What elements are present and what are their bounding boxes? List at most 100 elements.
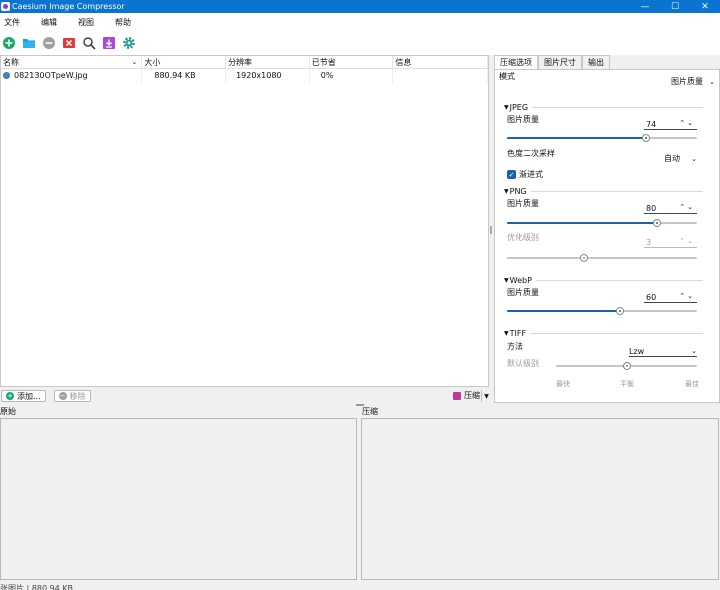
remove-icon	[43, 37, 55, 49]
file-info-cell	[393, 69, 488, 83]
png-quality-slider[interactable]	[507, 218, 697, 228]
tick-label-fastest: 最快	[556, 380, 570, 388]
compress-button[interactable]: 压缩	[453, 390, 480, 401]
add-icon	[3, 37, 15, 49]
file-status-icon	[3, 72, 10, 79]
png-title: PNG	[509, 187, 527, 196]
add-button[interactable]: + 添加...	[1, 390, 46, 402]
gear-icon	[123, 37, 135, 49]
menu-file[interactable]: 文件	[0, 17, 24, 28]
compress-dropdown-button[interactable]: ▼	[481, 390, 491, 402]
list-header: 名称 ⌄ 大小 分辨率 已节省 信息	[1, 56, 488, 69]
tab-compression[interactable]: 压缩选项	[494, 55, 538, 69]
menu-help[interactable]: 帮助	[111, 17, 135, 28]
compressed-preview	[361, 418, 719, 580]
file-saved-cell: 0%	[310, 69, 394, 83]
png-quality-spinbox[interactable]: 80 ⌃⌄	[644, 203, 697, 214]
tab-resize[interactable]: 图片尺寸	[538, 55, 582, 69]
remove-button-label: 移除	[69, 391, 86, 401]
close-button[interactable]: ✕	[690, 0, 720, 13]
add-button-label: 添加...	[17, 391, 41, 401]
clear-icon	[63, 38, 75, 48]
original-preview	[0, 418, 357, 580]
remove-button[interactable]	[40, 34, 58, 52]
section-divider	[535, 280, 703, 281]
jpeg-section-header[interactable]: ▼ JPEG	[495, 103, 720, 112]
folder-icon	[23, 39, 35, 48]
compress-button-label: 压缩	[464, 391, 480, 400]
status-bar: 张图片 | 880.94 KB	[0, 584, 74, 590]
png-optimization-slider[interactable]	[507, 253, 697, 263]
col-resolution[interactable]: 分辨率	[226, 56, 310, 68]
minimize-button[interactable]: —	[630, 0, 660, 13]
menu-view[interactable]: 视图	[74, 17, 98, 28]
compress-toolbar-button[interactable]	[100, 34, 118, 52]
png-quality-value: 80	[646, 203, 657, 213]
collapse-triangle-icon: ▼	[504, 330, 509, 337]
png-quality-label: 图片质量	[507, 198, 539, 208]
section-divider	[530, 333, 703, 334]
compression-options: 模式 图片质量 ⌄ ▼ JPEG 图片质量 74 ⌃⌄ 色度二次采样 自动 ⌄ ✓ 渐进…	[494, 69, 720, 403]
tiff-method-select[interactable]: Lzw ⌄	[629, 346, 697, 357]
spin-arrows-icon[interactable]: ⌃⌄	[679, 237, 695, 245]
collapse-triangle-icon: ▼	[504, 188, 509, 195]
checkbox-checked-icon[interactable]: ✓	[507, 170, 516, 179]
webp-title: WebP	[509, 276, 532, 285]
menu-edit[interactable]: 编辑	[37, 17, 61, 28]
progressive-checkbox-row[interactable]: ✓ 渐进式	[507, 169, 720, 180]
tab-output[interactable]: 输出	[582, 55, 610, 69]
chevron-down-icon: ⌄	[691, 347, 697, 355]
list-actions: + 添加... − 移除 压缩 ▼	[0, 389, 492, 403]
webp-quality-slider[interactable]	[507, 306, 697, 316]
chevron-down-icon: ⌄	[691, 154, 697, 163]
progressive-label: 渐进式	[519, 170, 543, 179]
original-preview-title: 原始	[0, 407, 16, 416]
mode-select[interactable]: 图片质量 ⌄	[671, 76, 715, 87]
title-bar: Caesium Image Compressor — ☐ ✕	[0, 0, 720, 13]
tiff-level-slider[interactable]	[556, 361, 697, 371]
preview-button[interactable]	[80, 34, 98, 52]
clear-list-button[interactable]	[60, 34, 78, 52]
col-name[interactable]: 名称 ⌄	[1, 56, 143, 68]
table-row[interactable]: 082130OTpeW.jpg 880.94 KB 1920x1080 0%	[1, 69, 488, 83]
col-saved[interactable]: 已节省	[310, 56, 394, 68]
jpeg-quality-spinbox[interactable]: 74 ⌃⌄	[644, 119, 697, 130]
tiff-method-value: Lzw	[629, 346, 645, 356]
vertical-splitter-handle[interactable]	[489, 226, 493, 234]
file-size-cell: 880.94 KB	[142, 69, 227, 83]
jpeg-quality-slider[interactable]	[507, 133, 697, 143]
sort-chevron-down-icon: ⌄	[131, 58, 138, 66]
mode-label: 模式	[499, 71, 515, 81]
file-resolution-cell: 1920x1080	[226, 69, 310, 83]
png-section-header[interactable]: ▼ PNG	[495, 187, 720, 196]
webp-quality-label: 图片质量	[507, 287, 539, 297]
remove-icon: −	[58, 392, 67, 400]
tick-label-best: 最佳	[685, 380, 699, 388]
jpeg-title: JPEG	[509, 103, 529, 112]
options-tabs: 压缩选项 图片尺寸 输出	[494, 55, 720, 69]
png-optimization-spinbox[interactable]: 3 ⌃⌄	[644, 237, 697, 248]
spin-arrows-icon[interactable]: ⌃⌄	[679, 119, 695, 127]
tiff-title: TIFF	[509, 329, 527, 338]
jpeg-subsampling-select[interactable]: 自动 ⌄	[664, 153, 697, 164]
add-files-button[interactable]	[0, 34, 18, 52]
add-icon: +	[6, 392, 14, 400]
file-name: 082130OTpeW.jpg	[14, 71, 88, 80]
tiff-section-header[interactable]: ▼ TIFF	[495, 329, 720, 338]
options-panel: 压缩选项 图片尺寸 输出 模式 图片质量 ⌄ ▼ JPEG 图片质量 74 ⌃⌄ 色度…	[494, 55, 720, 403]
mode-value: 图片质量	[671, 77, 703, 86]
remove-button-bottom[interactable]: − 移除	[53, 390, 91, 402]
col-size[interactable]: 大小	[142, 56, 227, 68]
maximize-button[interactable]: ☐	[660, 0, 690, 13]
spin-arrows-icon[interactable]: ⌃⌄	[679, 203, 695, 211]
spin-arrows-icon[interactable]: ⌃⌄	[679, 292, 695, 300]
collapse-triangle-icon: ▼	[504, 104, 509, 111]
file-name-cell: 082130OTpeW.jpg	[1, 69, 143, 83]
add-folder-button[interactable]	[20, 34, 38, 52]
file-list: 名称 ⌄ 大小 分辨率 已节省 信息 082130OTpeW.jpg 880.9…	[0, 55, 489, 387]
compress-icon	[453, 391, 461, 400]
webp-quality-spinbox[interactable]: 60 ⌃⌄	[644, 292, 697, 303]
settings-button[interactable]	[120, 34, 138, 52]
col-info[interactable]: 信息	[393, 56, 488, 68]
webp-section-header[interactable]: ▼ WebP	[495, 276, 720, 285]
